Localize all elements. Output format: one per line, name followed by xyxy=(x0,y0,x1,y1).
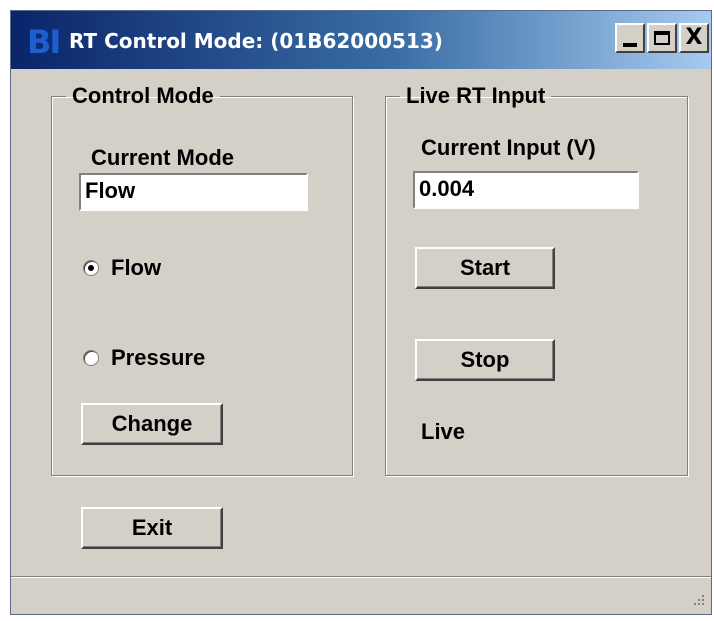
maximize-button[interactable] xyxy=(647,23,677,53)
radio-pressure[interactable]: Pressure xyxy=(83,345,205,371)
change-button[interactable]: Change xyxy=(81,403,223,445)
status-bar-separator-highlight xyxy=(11,577,711,578)
size-grip-icon[interactable] xyxy=(691,592,705,608)
current-mode-label: Current Mode xyxy=(91,145,234,170)
radio-selected-dot xyxy=(88,265,94,271)
current-mode-field[interactable]: Flow xyxy=(79,173,308,211)
start-button[interactable]: Start xyxy=(415,247,555,289)
live-status-text: Live xyxy=(421,419,466,444)
minimize-button[interactable] xyxy=(615,23,645,53)
dialog-window: BI RT Control Mode: (01B62000513) X Cont… xyxy=(10,10,712,615)
current-input-field[interactable]: 0.004 xyxy=(413,171,639,209)
radio-pressure-label: Pressure xyxy=(111,345,206,370)
radio-pressure-button[interactable] xyxy=(83,350,99,366)
live-rt-input-group-label: Live RT Input xyxy=(406,83,546,108)
close-button[interactable]: X xyxy=(679,23,709,53)
app-logo-icon: BI xyxy=(27,23,61,61)
control-mode-group-label: Control Mode xyxy=(72,83,214,108)
radio-flow-label: Flow xyxy=(111,255,162,280)
stop-button[interactable]: Stop xyxy=(415,339,555,381)
minimize-icon xyxy=(623,43,637,47)
radio-flow[interactable]: Flow xyxy=(83,255,161,281)
size-grip-dots-icon xyxy=(694,595,704,605)
current-input-label: Current Input (V) xyxy=(421,135,596,160)
title-bar[interactable]: BI RT Control Mode: (01B62000513) X xyxy=(11,11,711,69)
radio-flow-button[interactable] xyxy=(83,260,99,276)
window-title: RT Control Mode: (01B62000513) xyxy=(69,29,443,53)
exit-button[interactable]: Exit xyxy=(81,507,223,549)
close-icon: X xyxy=(685,25,703,50)
maximize-icon xyxy=(654,31,670,45)
